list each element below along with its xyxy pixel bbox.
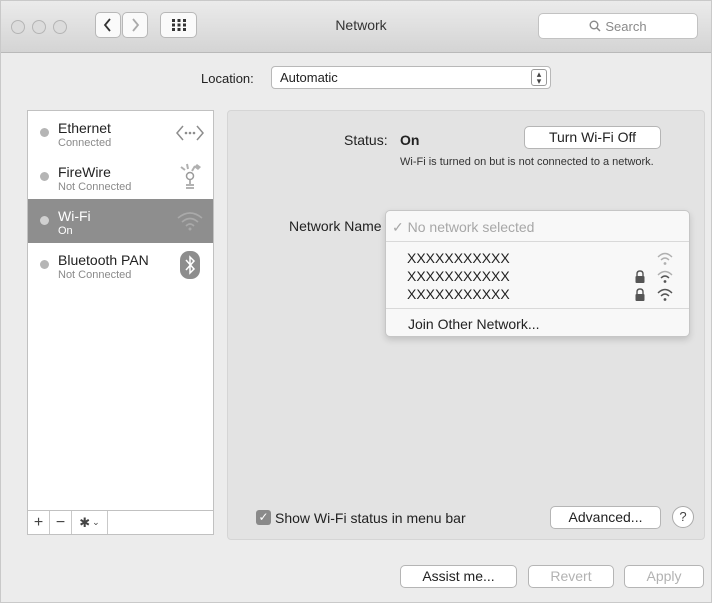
chevron-left-icon [103,18,111,32]
service-item-bluetooth-pan[interactable]: Bluetooth PAN Not Connected [28,243,213,287]
advanced-button[interactable]: Advanced... [550,506,661,529]
back-button[interactable] [95,12,121,38]
remove-service-button[interactable]: − [50,511,72,534]
location-value: Automatic [280,70,338,85]
no-network-item[interactable]: ✓ No network selected [392,219,534,236]
show-all-button[interactable] [160,12,197,38]
show-wifi-status-label: Show Wi-Fi status in menu bar [275,510,466,526]
service-list-toolbar: + − ✱ ⌄ [27,510,214,535]
location-select[interactable]: Automatic ▴ ▾ [271,66,551,89]
show-wifi-status-checkbox[interactable]: ✓ [256,510,271,525]
wifi-signal-icon [657,270,673,283]
apply-button[interactable]: Apply [624,565,704,588]
ethernet-icon [175,118,205,148]
status-dot [40,216,49,225]
service-status: On [58,225,73,237]
turn-wifi-off-button[interactable]: Turn Wi-Fi Off [524,126,661,149]
title-bar: Network Search [1,1,711,53]
status-dot [40,260,49,269]
grid-icon [171,19,186,31]
minimize-window-button[interactable] [32,20,46,34]
service-item-wifi[interactable]: Wi-Fi On [28,199,213,243]
menu-separator [386,241,689,242]
network-name: XXXXXXXXXXX [407,250,510,266]
no-network-label: No network selected [407,219,535,235]
checkmark-icon: ✓ [392,219,404,235]
add-service-button[interactable]: + [28,511,50,534]
service-status: Connected [58,137,112,149]
zoom-window-button[interactable] [53,20,67,34]
status-dot [40,128,49,137]
network-preferences-window: Network Search Location: Automatic ▴ ▾ Et… [0,0,712,603]
bluetooth-icon [175,250,205,280]
search-icon [589,20,601,32]
service-list: Ethernet Connected FireWire Not Connecte… [27,110,214,510]
revert-button[interactable]: Revert [528,565,614,588]
assist-me-button[interactable]: Assist me... [400,565,517,588]
service-status: Not Connected [58,181,132,193]
service-name: Wi-Fi [58,208,91,224]
network-item[interactable]: XXXXXXXXXXX [407,268,682,286]
search-field[interactable]: Search [538,13,698,39]
wifi-signal-icon [657,252,673,265]
status-value: On [400,132,420,148]
network-item[interactable]: XXXXXXXXXXX [407,286,682,304]
wifi-signal-icon [657,288,673,301]
network-name: XXXXXXXXXXX [407,268,510,284]
service-name: Bluetooth PAN [58,252,149,268]
window-title: Network [335,17,387,33]
status-description: Wi-Fi is turned on but is not connected … [400,156,654,168]
service-item-firewire[interactable]: FireWire Not Connected [28,155,213,199]
network-item[interactable]: XXXXXXXXXXX [407,250,682,268]
firewire-icon [175,162,205,192]
close-window-button[interactable] [11,20,25,34]
chevron-right-icon [132,18,140,32]
network-name-menu[interactable]: ✓ No network selected XXXXXXXXXXX XXXXXX… [385,210,690,337]
help-button[interactable]: ? [672,506,694,528]
status-dot [40,172,49,181]
wifi-icon [175,206,205,236]
join-other-network-item[interactable]: Join Other Network... [408,316,540,332]
lock-icon [635,270,645,283]
service-status: Not Connected [58,269,132,281]
service-name: Ethernet [58,120,111,136]
action-menu-button[interactable]: ✱ ⌄ [72,511,108,534]
forward-button[interactable] [122,12,148,38]
location-label: Location: [201,71,254,86]
status-label: Status: [344,132,388,148]
service-item-ethernet[interactable]: Ethernet Connected [28,111,213,155]
chevron-down-icon: ⌄ [92,517,100,527]
updown-arrows-icon: ▴ ▾ [531,69,547,86]
network-name-label: Network Name [289,218,382,234]
menu-separator [386,308,689,309]
gear-icon: ✱ [79,514,91,530]
network-name: XXXXXXXXXXX [407,286,510,302]
service-name: FireWire [58,164,111,180]
lock-icon [635,288,645,301]
search-placeholder: Search [605,18,647,34]
